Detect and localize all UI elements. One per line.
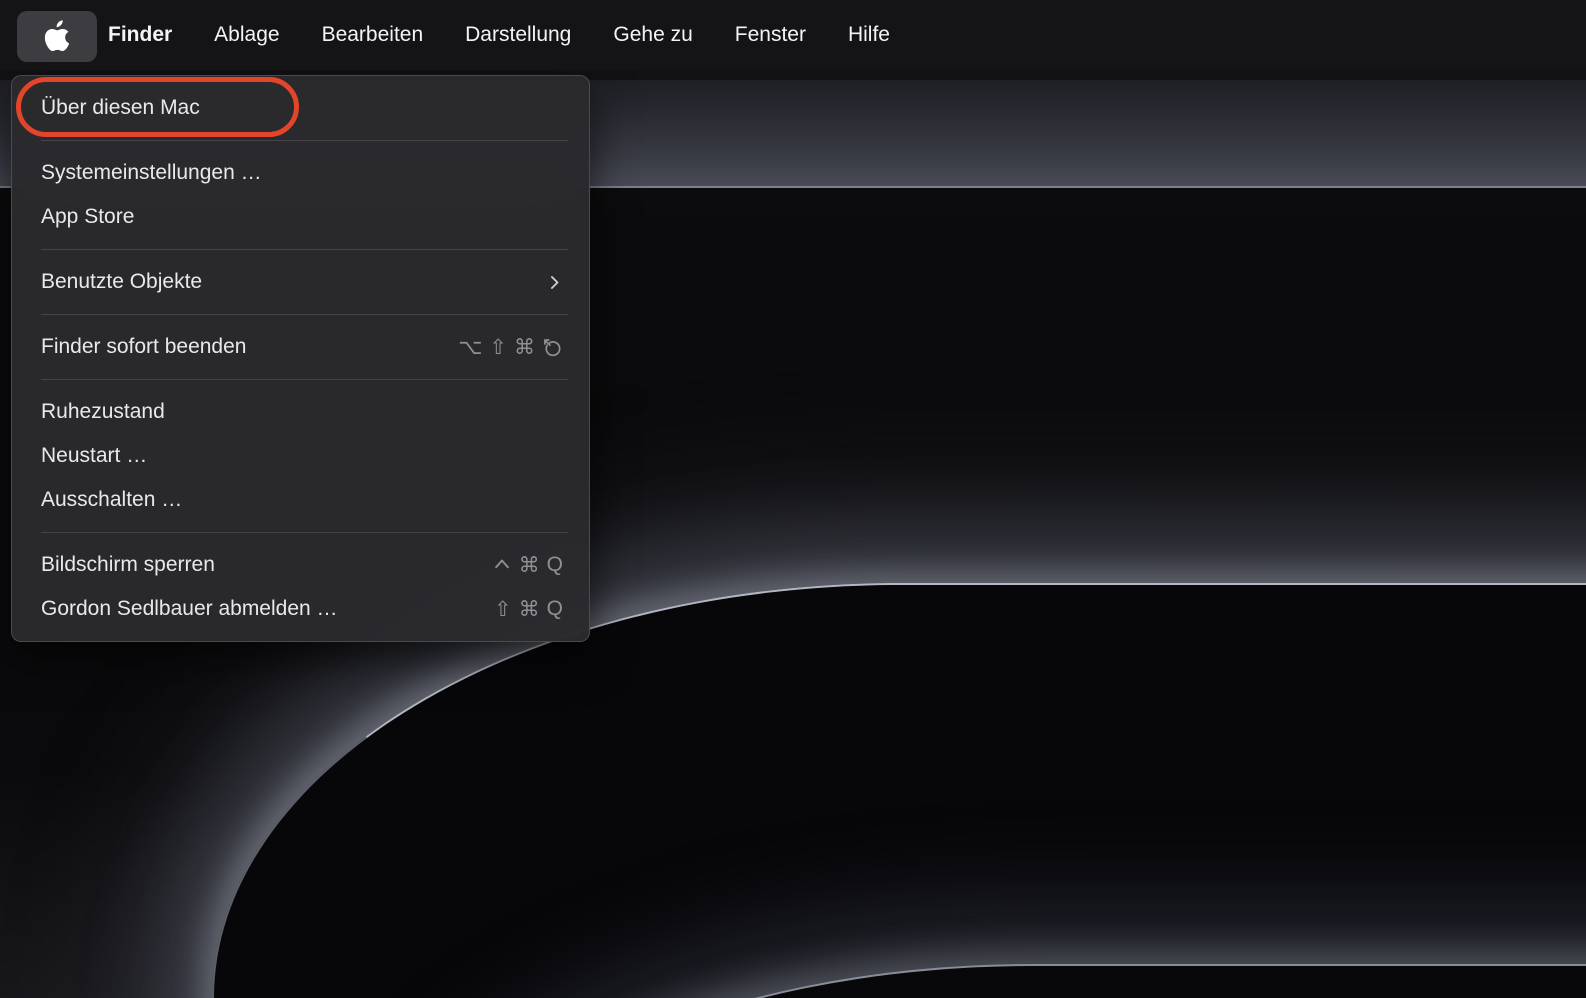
menu-item-systemeinstellungen[interactable]: Systemeinstellungen … (12, 151, 589, 195)
apple-logo-icon (44, 20, 70, 53)
menu-item-label: Über diesen Mac (41, 96, 200, 119)
menubar-item-ablage[interactable]: Ablage (214, 23, 279, 47)
shortcut-key: Q (546, 597, 563, 620)
menubar-item-darstellung[interactable]: Darstellung (465, 23, 571, 47)
menu-item-ausschalten[interactable]: Ausschalten … (12, 478, 589, 522)
shift-key-icon: ⇧ (494, 597, 512, 621)
menubar-item-gehe-zu[interactable]: Gehe zu (613, 23, 692, 47)
menu-item-gordon-sedlbauer-abmelden[interactable]: Gordon Sedlbauer abmelden … ⇧ ⌘ Q (12, 587, 589, 631)
menu-bar: Finder Ablage Bearbeiten Darstellung Gehe zu… (0, 0, 1586, 70)
menubar-item-bearbeiten[interactable]: Bearbeiten (322, 23, 424, 47)
apple-menu-button[interactable] (17, 11, 97, 62)
menu-item-label: Ausschalten … (41, 488, 183, 511)
menu-separator (41, 140, 568, 141)
menu-item-label: Neustart … (41, 444, 148, 467)
menu-item-ruhezustand[interactable]: Ruhezustand (12, 390, 589, 434)
menu-separator (41, 249, 568, 250)
menu-item-label: Systemeinstellungen … (41, 161, 262, 184)
shortcut-key: Q (546, 553, 563, 576)
menu-separator (41, 314, 568, 315)
menu-item-label: Benutzte Objekte (41, 270, 203, 293)
escape-key-icon (542, 337, 563, 358)
command-key-icon: ⌘ (518, 553, 540, 577)
menu-separator (41, 532, 568, 533)
menu-item-benutzte-objekte[interactable]: Benutzte Objekte (12, 260, 589, 304)
menu-item-neustart[interactable]: Neustart … (12, 434, 589, 478)
menubar-items: Finder Ablage Bearbeiten Darstellung Gehe zu… (108, 0, 890, 70)
menu-separator (41, 379, 568, 380)
menubar-item-finder[interactable]: Finder (108, 23, 172, 47)
command-key-icon: ⌘ (518, 597, 540, 621)
menu-item-shortcut: ⌘ Q (492, 553, 563, 578)
menubar-item-fenster[interactable]: Fenster (735, 23, 806, 47)
menu-item-label: App Store (41, 205, 135, 228)
menu-item-label: Bildschirm sperren (41, 553, 215, 576)
apple-menu-panel: Über diesen Mac Systemeinstellungen … App … (11, 75, 590, 642)
option-key-icon: ⌥ (458, 335, 483, 359)
menu-item-shortcut: ⇧ ⌘ Q (494, 597, 563, 622)
menu-item-label: Ruhezustand (41, 400, 165, 423)
menu-item-label: Finder sofort beenden (41, 335, 247, 358)
chevron-right-icon (546, 274, 563, 291)
wallpaper-rounded-shape-inner (432, 964, 1586, 998)
menu-item-shortcut: ⌥ ⇧ ⌘ (458, 335, 563, 360)
menu-item-finder-sofort-beenden[interactable]: Finder sofort beenden ⌥ ⇧ ⌘ (12, 325, 589, 369)
menu-item-über-diesen-mac[interactable]: Über diesen Mac (12, 86, 589, 130)
command-key-icon: ⌘ (514, 335, 535, 359)
shift-key-icon: ⇧ (489, 335, 507, 359)
menu-item-label: Gordon Sedlbauer abmelden … (41, 597, 338, 620)
menubar-item-hilfe[interactable]: Hilfe (848, 23, 890, 47)
menu-item-bildschirm-sperren[interactable]: Bildschirm sperren ⌘ Q (12, 543, 589, 587)
menu-item-app-store[interactable]: App Store (12, 195, 589, 239)
control-key-icon (492, 555, 512, 575)
